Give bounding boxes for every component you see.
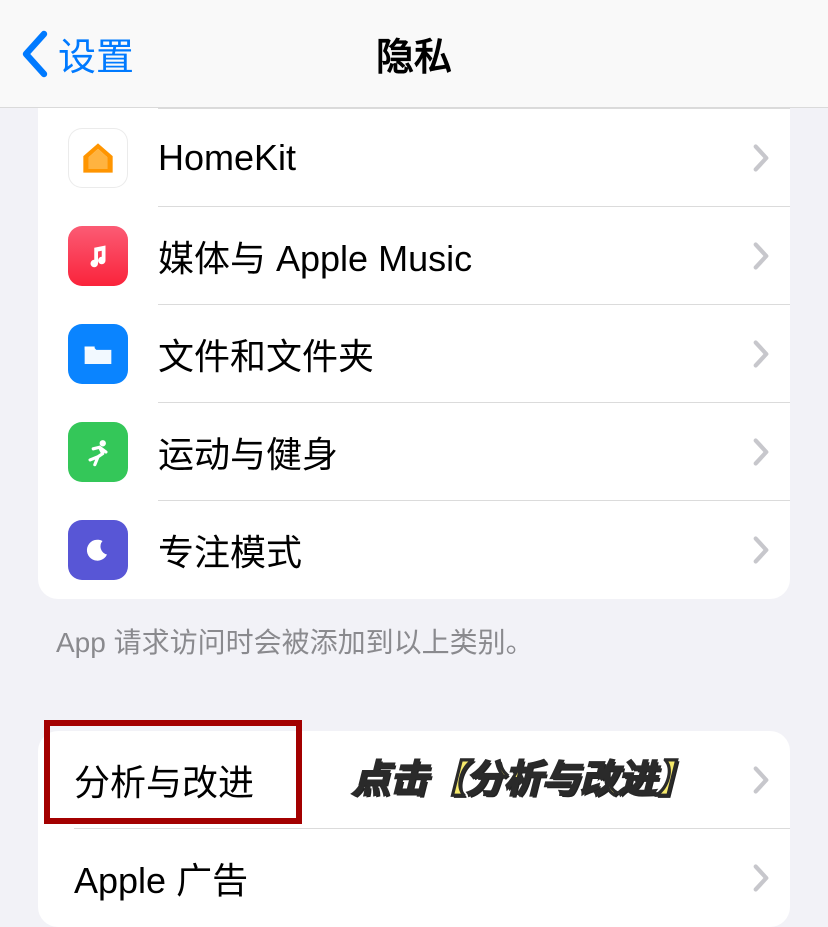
music-icon (68, 226, 128, 286)
settings-group-1: HomeKit 媒体与 Apple Music (38, 108, 790, 599)
row-label: 专注模式 (158, 524, 752, 576)
row-media-apple-music[interactable]: 媒体与 Apple Music (38, 207, 790, 305)
row-apple-advertising[interactable]: Apple 广告 (38, 829, 790, 927)
page-title: 隐私 (376, 26, 452, 81)
spacer (0, 661, 828, 731)
chevron-right-icon (752, 241, 770, 271)
folder-icon (68, 324, 128, 384)
focus-icon (68, 520, 128, 580)
chevron-right-icon (752, 535, 770, 565)
row-analytics-improvements[interactable]: 分析与改进 (38, 731, 790, 829)
row-label: 媒体与 Apple Music (158, 230, 752, 282)
row-fitness[interactable]: 运动与健身 (38, 403, 790, 501)
row-label: Apple 广告 (68, 852, 752, 904)
chevron-right-icon (752, 339, 770, 369)
chevron-right-icon (752, 437, 770, 467)
row-label: 文件和文件夹 (158, 328, 752, 380)
row-label: 分析与改进 (68, 754, 752, 806)
content: HomeKit 媒体与 Apple Music (0, 108, 828, 927)
chevron-right-icon (752, 765, 770, 795)
fitness-icon (68, 422, 128, 482)
chevron-left-icon (20, 30, 48, 78)
nav-bar: 设置 隐私 (0, 0, 828, 108)
row-focus-mode[interactable]: 专注模式 (38, 501, 790, 599)
row-homekit[interactable]: HomeKit (38, 109, 790, 207)
back-label: 设置 (58, 26, 134, 81)
homekit-icon (68, 128, 128, 188)
back-button[interactable]: 设置 (0, 26, 134, 81)
row-files-folders[interactable]: 文件和文件夹 (38, 305, 790, 403)
group-footer: App 请求访问时会被添加到以上类别。 (56, 621, 772, 661)
chevron-right-icon (752, 863, 770, 893)
chevron-right-icon (752, 143, 770, 173)
row-label: HomeKit (158, 137, 752, 179)
row-label: 运动与健身 (158, 426, 752, 478)
